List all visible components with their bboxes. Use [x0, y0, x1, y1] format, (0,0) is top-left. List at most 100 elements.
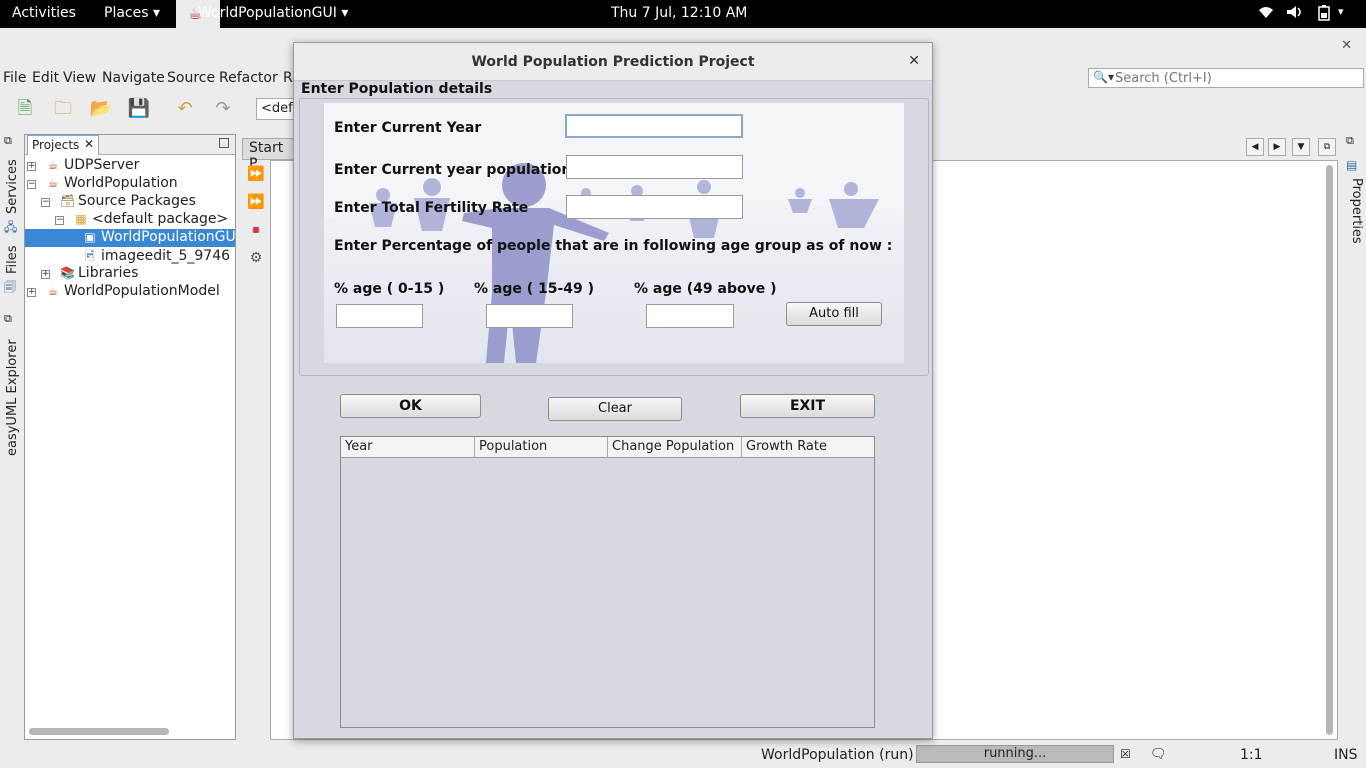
- column-header-year[interactable]: Year: [341, 437, 475, 458]
- new-file-icon[interactable]: 🗎: [12, 96, 38, 122]
- fertility-rate-input[interactable]: [566, 195, 743, 219]
- expand-icon[interactable]: +: [41, 270, 50, 279]
- expand-icon[interactable]: +: [27, 288, 36, 297]
- battery-icon[interactable]: [1316, 5, 1332, 25]
- tree-item[interactable]: + 📚 Libraries: [41, 265, 235, 283]
- ide-status-bar: WorldPopulation (run) running... ☒ 🗨 1:1…: [0, 744, 1366, 768]
- menu-edit[interactable]: Edit: [32, 70, 59, 86]
- tree-item-label: WorldPopulationModel: [64, 283, 220, 299]
- ide-toolbar: 🗎 🗀 📂 💾 ↶ ↷ <defa: [0, 96, 300, 124]
- menu-source[interactable]: Source: [167, 70, 215, 86]
- tree-item-label: Source Packages: [78, 193, 196, 209]
- menu-refactor[interactable]: Refactor: [219, 70, 278, 86]
- current-year-label: Enter Current Year: [334, 120, 482, 136]
- chevron-down-icon[interactable]: ▼: [1292, 138, 1310, 156]
- properties-tab[interactable]: Properties: [1349, 178, 1364, 244]
- current-year-input[interactable]: [565, 114, 743, 138]
- redo-icon[interactable]: ↷: [210, 96, 236, 122]
- column-header-population[interactable]: Population: [475, 437, 608, 458]
- current-population-input[interactable]: [566, 155, 743, 179]
- services-tab[interactable]: Services: [5, 159, 20, 214]
- notifications-icon[interactable]: 🗨: [1150, 747, 1167, 762]
- auto-fill-button[interactable]: Auto fill: [786, 302, 882, 326]
- tree-item-label: imageedit_5_9746: [101, 248, 231, 264]
- collapse-icon[interactable]: −: [41, 198, 50, 207]
- rerun-icon[interactable]: ⏩: [246, 192, 266, 212]
- minimize-icon[interactable]: [219, 138, 229, 148]
- scroll-right-icon[interactable]: ▶: [1268, 138, 1286, 156]
- age-0-15-label: % age ( 0-15 ): [334, 281, 445, 297]
- clock[interactable]: Thu 7 Jul, 12:10 AM: [611, 5, 747, 21]
- age-49-above-input[interactable]: [646, 304, 734, 328]
- scroll-left-icon[interactable]: ◀: [1246, 138, 1264, 156]
- menu-run[interactable]: R: [283, 70, 293, 86]
- age-15-49-input[interactable]: [486, 304, 573, 328]
- tree-item[interactable]: ▣ WorldPopulationGUI: [25, 229, 235, 247]
- results-table[interactable]: Year Population Change Population Growth…: [340, 436, 875, 728]
- projects-tab[interactable]: Projects ✕: [27, 135, 99, 155]
- ide-close-icon[interactable]: ✕: [1341, 38, 1352, 53]
- stop-icon[interactable]: ⏹: [246, 220, 266, 240]
- exit-button[interactable]: EXIT: [740, 394, 875, 418]
- undo-icon[interactable]: ↶: [172, 96, 198, 122]
- prediction-dialog: World Population Prediction Project ✕ En…: [293, 42, 933, 739]
- tree-item[interactable]: − ☕ WorldPopulation: [27, 175, 235, 193]
- menu-view[interactable]: View: [63, 70, 96, 86]
- collapse-icon[interactable]: −: [27, 180, 36, 189]
- java-project-icon: ☕: [47, 158, 59, 172]
- collapse-icon[interactable]: −: [55, 216, 64, 225]
- fertility-rate-label: Enter Total Fertility Rate: [334, 200, 529, 216]
- tree-item-label: UDPServer: [64, 157, 140, 173]
- age-group-prompt: Enter Percentage of people that are in f…: [334, 238, 893, 254]
- ide-search-box[interactable]: 🔍▾: [1088, 68, 1364, 88]
- menu-file[interactable]: File: [3, 70, 26, 86]
- projects-panel: Projects ✕ + ☕ UDPServer − ☕ WorldPopulation − 🗃…: [24, 134, 236, 740]
- column-header-growth-rate[interactable]: Growth Rate: [742, 437, 874, 458]
- java-project-icon: ☕: [47, 284, 59, 298]
- tree-item[interactable]: + ☕ WorldPopulationModel: [27, 283, 235, 301]
- expand-icon[interactable]: +: [27, 162, 36, 171]
- restore-window-icon[interactable]: ⧉: [1346, 134, 1354, 148]
- tree-item[interactable]: − ▦ <default package>: [55, 211, 235, 229]
- wifi-icon[interactable]: [1258, 5, 1274, 23]
- vertical-scrollbar[interactable]: [1326, 165, 1333, 735]
- dialog-title: World Population Prediction Project: [294, 43, 932, 81]
- run-task-label: WorldPopulation (run): [761, 747, 914, 763]
- horizontal-scrollbar[interactable]: [29, 728, 169, 735]
- ok-button[interactable]: OK: [340, 394, 481, 418]
- source-packages-icon: 🗃: [60, 194, 76, 208]
- search-input[interactable]: [1115, 70, 1355, 86]
- activities-button[interactable]: Activities: [12, 5, 76, 21]
- open-project-icon[interactable]: 📂: [88, 96, 114, 122]
- tree-item[interactable]: − 🗃 Source Packages: [41, 193, 235, 211]
- restore-window-icon[interactable]: ⧉: [1318, 138, 1336, 156]
- close-icon[interactable]: ✕: [84, 137, 94, 151]
- close-icon[interactable]: ✕: [908, 53, 920, 69]
- tree-item[interactable]: + ☕ UDPServer: [27, 157, 235, 175]
- clear-button[interactable]: Clear: [548, 397, 682, 421]
- population-details-panel: Enter Current Year Enter Current year po…: [299, 98, 929, 376]
- cancel-task-icon[interactable]: ☒: [1120, 747, 1131, 761]
- age-0-15-input[interactable]: [336, 304, 423, 328]
- tree-item-label: WorldPopulation: [64, 175, 178, 191]
- app-menu[interactable]: WorldPopulationGUI ▾: [198, 5, 348, 21]
- restore-window-icon[interactable]: ⧉: [4, 134, 12, 148]
- volume-icon[interactable]: [1286, 5, 1304, 23]
- age-15-49-label: % age ( 15-49 ): [474, 281, 595, 297]
- new-project-icon[interactable]: 🗀: [50, 96, 76, 122]
- easyuml-explorer-tab[interactable]: easyUML Explorer: [5, 339, 20, 456]
- run-icon[interactable]: ⏩: [246, 164, 266, 184]
- system-menu-arrow-icon[interactable]: ▾: [1338, 5, 1344, 18]
- column-header-change-population[interactable]: Change Population: [608, 437, 742, 458]
- menu-navigate[interactable]: Navigate: [102, 70, 165, 86]
- projects-tab-header: Projects ✕: [25, 135, 235, 155]
- search-icon: 🔍▾: [1093, 70, 1114, 84]
- image-file-icon: 🖻: [85, 249, 95, 263]
- tree-item-label: <default package>: [92, 211, 229, 227]
- settings-icon[interactable]: ⚙: [246, 248, 266, 268]
- files-tab[interactable]: Files: [5, 245, 20, 274]
- restore-window-icon[interactable]: ⧉: [4, 312, 12, 326]
- places-menu[interactable]: Places ▾: [104, 5, 160, 21]
- save-all-icon[interactable]: 💾: [126, 96, 152, 122]
- tree-item[interactable]: 🖻 imageedit_5_9746: [83, 247, 235, 265]
